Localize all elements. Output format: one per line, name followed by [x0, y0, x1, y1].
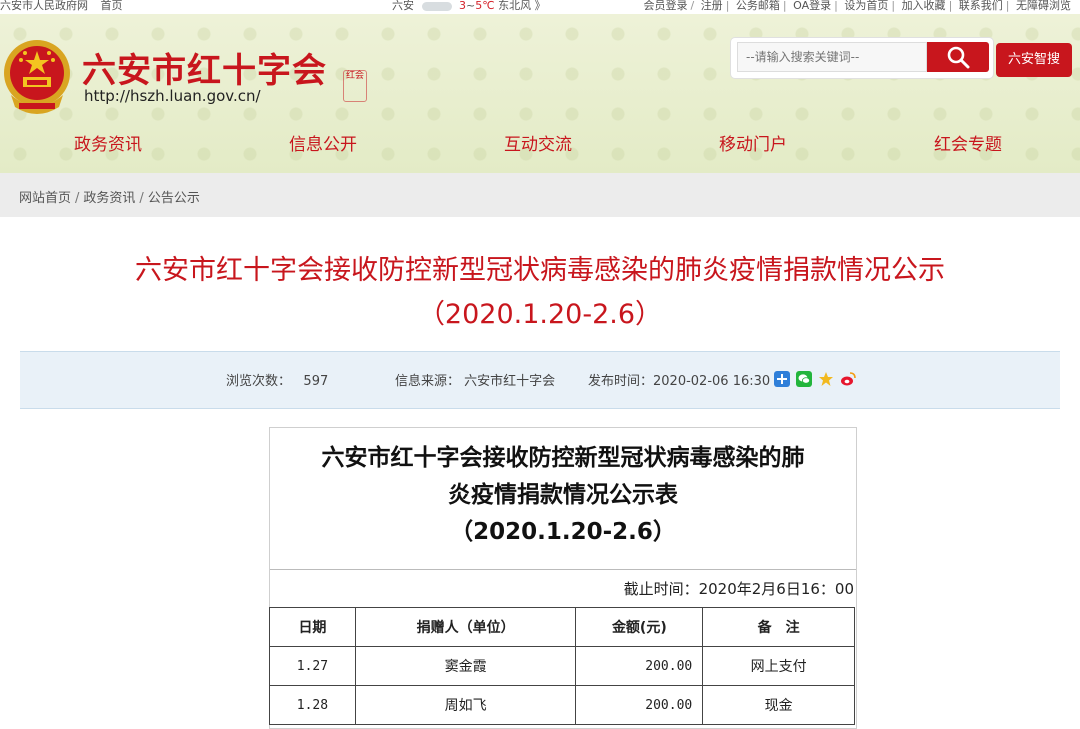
weibo-icon[interactable]	[840, 371, 856, 387]
nav-item-government-news[interactable]: 政务资讯	[38, 131, 178, 159]
deadline-text: 截止时间：2020年2月6日16：00	[623, 580, 854, 598]
column-header-note: 备 注	[702, 607, 855, 647]
cell-donor: 窦金霞	[354, 646, 577, 686]
breadcrumb-announcements[interactable]: 公告公示	[148, 191, 200, 206]
weather-city: 六安	[392, 0, 414, 12]
source-label: 信息来源：	[395, 374, 461, 389]
search-input[interactable]	[737, 42, 927, 72]
official-mail-link[interactable]: 公务邮箱	[736, 0, 780, 12]
weather-unit: ℃	[482, 0, 495, 12]
article-title-line1: 六安市红十字会接收防控新型冠状病毒感染的肺炎疫情捐款情况公示	[135, 255, 945, 286]
donations-table: 日期 捐赠人（单位） 金额(元) 备 注 1.27 窦金霞 200.00 网上支…	[269, 607, 855, 725]
weather-more-icon[interactable]: 》	[535, 0, 546, 12]
top-left-links: 六安市人民政府网 首页	[0, 0, 132, 12]
cell-date: 1.28	[269, 685, 356, 725]
seal-mark: 红会	[343, 70, 367, 102]
column-header-date: 日期	[269, 607, 356, 647]
info-source: 信息来源： 六安市红十字会	[395, 370, 555, 389]
site-title[interactable]: 六安市红十字会	[82, 43, 327, 92]
zhisou-button[interactable]: 六安智搜	[996, 43, 1072, 77]
cell-amount: 200.00	[575, 685, 704, 725]
donation-document: 六安市红十字会接收防控新型冠状病毒感染的肺 炎疫情捐款情况公示表 （2020.1…	[269, 427, 857, 729]
article-title-line2: （2020.1.20-2.6）	[417, 299, 663, 330]
views-count: 浏览次数： 597	[226, 370, 328, 389]
date-value: 2020-02-06 16:30	[653, 374, 771, 389]
add-favorite-link[interactable]: 加入收藏	[902, 0, 946, 12]
weather-wind: 东北风	[498, 0, 532, 12]
views-label: 浏览次数：	[226, 374, 292, 389]
contact-us-link[interactable]: 联系我们	[959, 0, 1003, 12]
share-icons	[774, 371, 862, 387]
document-title-line1: 六安市红十字会接收防控新型冠状病毒感染的肺	[321, 445, 805, 471]
date-label: 发布时间：	[588, 374, 654, 389]
member-login-link[interactable]: 会员登录	[643, 0, 687, 12]
national-emblem-icon	[1, 37, 73, 115]
cell-donor: 周如飞	[354, 685, 577, 725]
document-title-line2: 炎疫情捐款情况公示表	[448, 482, 678, 508]
table-row: 1.27 窦金霞 200.00 网上支付	[269, 646, 855, 686]
document-title-line3: （2020.1.20-2.6）	[450, 519, 676, 545]
source-value: 六安市红十字会	[464, 374, 556, 389]
breadcrumb-bar: 网站首页 / 政务资讯 / 公告公示	[0, 173, 1080, 217]
column-header-amount: 金额(元)	[575, 607, 704, 647]
site-header: 六安市红十字会 http://hszh.luan.gov.cn/ 红会 六安智搜…	[0, 14, 1080, 173]
cell-amount: 200.00	[575, 646, 704, 686]
top-utility-bar: 六安市人民政府网 首页 六安 3~5℃ 东北风 》 会员登录 / 注册 | 公务邮箱…	[0, 0, 1080, 14]
weather-widget: 六安 3~5℃ 东北风 》	[392, 0, 546, 12]
nav-item-interaction[interactable]: 互动交流	[468, 131, 608, 159]
breadcrumb-home[interactable]: 网站首页	[19, 191, 71, 206]
table-row: 1.28 周如飞 200.00 现金	[269, 685, 855, 725]
search-icon	[947, 46, 970, 69]
site-url: http://hszh.luan.gov.cn/	[84, 87, 261, 105]
top-right-links: 会员登录 / 注册 | 公务邮箱 | OA登录 | 设为首页 | 加入收藏 | 联系我们 | …	[643, 0, 1071, 12]
plus-icon[interactable]	[774, 371, 790, 387]
oa-login-link[interactable]: OA登录	[793, 0, 831, 12]
cell-date: 1.27	[269, 646, 356, 686]
weather-range-sep: ~	[466, 0, 476, 12]
main-nav: 政务资讯 信息公开 互动交流 移动门户 红会专题	[0, 131, 1080, 171]
cloud-icon	[421, 1, 452, 11]
search-box	[731, 38, 993, 78]
wechat-icon[interactable]	[796, 371, 812, 387]
home-link[interactable]: 首页	[101, 0, 123, 12]
document-title: 六安市红十字会接收防控新型冠状病毒感染的肺 炎疫情捐款情况公示表 （2020.1…	[270, 440, 856, 551]
cell-note: 网上支付	[702, 646, 855, 686]
nav-item-red-cross-topics[interactable]: 红会专题	[898, 131, 1038, 159]
views-value: 597	[303, 374, 329, 389]
breadcrumb-government-news[interactable]: 政务资讯	[83, 191, 135, 206]
nav-item-mobile-portal[interactable]: 移动门户	[683, 131, 823, 159]
article-title: 六安市红十字会接收防控新型冠状病毒感染的肺炎疫情捐款情况公示 （2020.1.2…	[0, 252, 1080, 334]
qzone-star-icon[interactable]	[818, 371, 834, 387]
table-header-row: 日期 捐赠人（单位） 金额(元) 备 注	[269, 607, 855, 647]
document-divider	[270, 569, 856, 570]
gov-site-link[interactable]: 六安市人民政府网	[0, 0, 88, 12]
publish-time: 发布时间：2020-02-06 16:30	[588, 370, 770, 389]
article-meta-bar: 浏览次数： 597 信息来源： 六安市红十字会 发布时间：2020-02-06 …	[20, 351, 1060, 409]
search-button[interactable]	[927, 42, 989, 72]
breadcrumb: 网站首页 / 政务资讯 / 公告公示	[19, 191, 200, 206]
accessible-browse-link[interactable]: 无障碍浏览	[1016, 0, 1071, 12]
column-header-donor: 捐赠人（单位）	[354, 607, 577, 647]
nav-item-info-disclosure[interactable]: 信息公开	[253, 131, 393, 159]
set-homepage-link[interactable]: 设为首页	[844, 0, 888, 12]
cell-note: 现金	[702, 685, 855, 725]
register-link[interactable]: 注册	[701, 0, 723, 12]
weather-low: 3	[459, 0, 466, 12]
